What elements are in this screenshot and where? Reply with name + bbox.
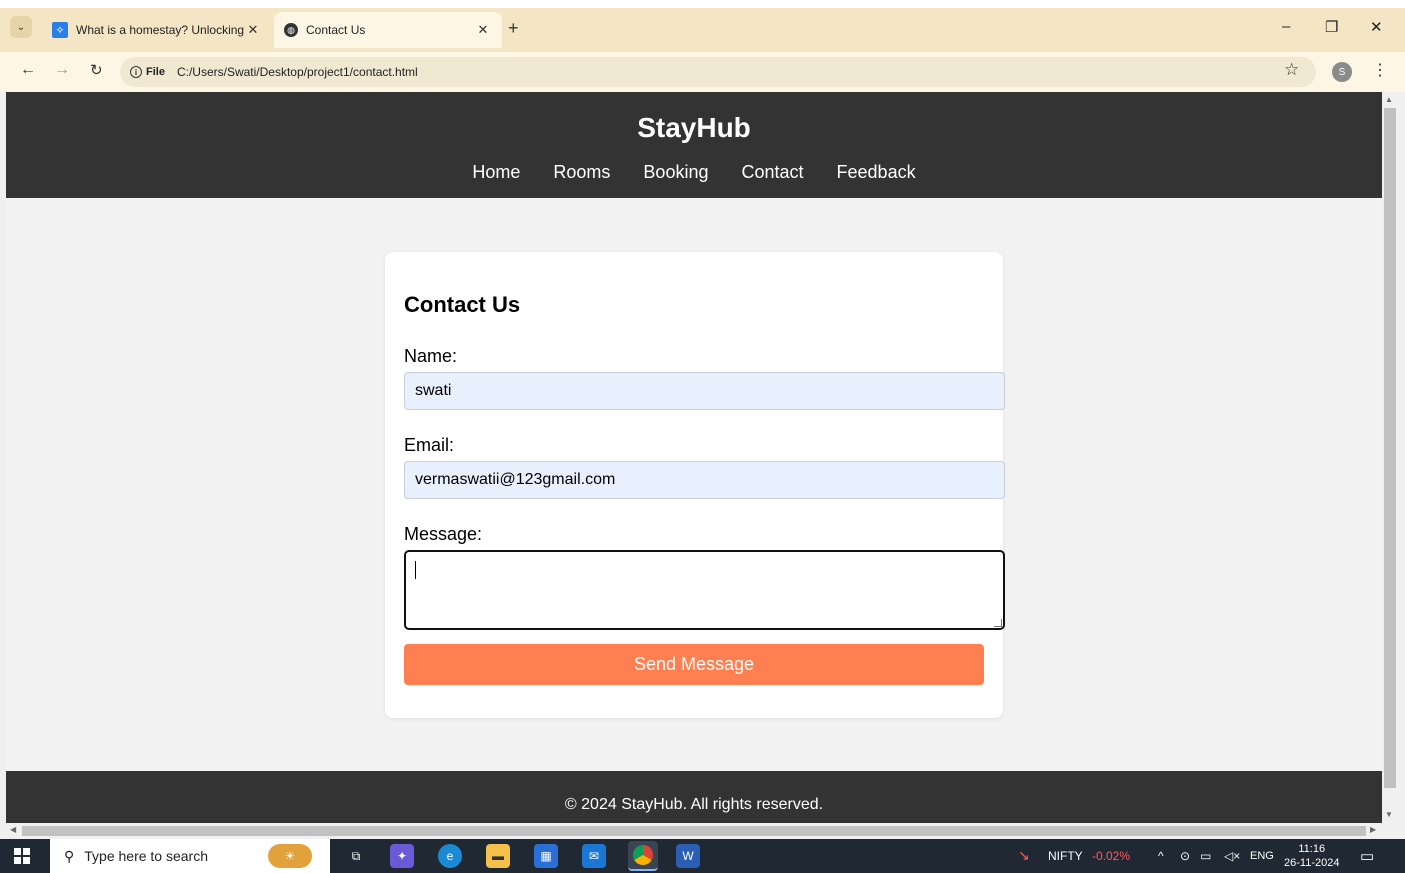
reload-icon[interactable]: ↻ (90, 61, 103, 79)
globe-icon: ◍ (284, 23, 298, 37)
forward-arrow-icon[interactable]: → (54, 61, 70, 79)
footer-text: © 2024 StayHub. All rights reserved. (564, 796, 824, 813)
page-viewport: StayHub Home Rooms Booking Contact Feedb… (6, 92, 1382, 823)
email-label: Email: (404, 435, 455, 455)
window-close-icon[interactable]: ✕ (1370, 18, 1383, 36)
info-icon: i (130, 66, 142, 78)
new-tab-button[interactable]: + (508, 18, 519, 39)
chrome-icon[interactable] (628, 841, 658, 871)
tab-search-chevron-icon[interactable]: ⌄ (10, 16, 32, 38)
task-view-icon[interactable]: ⧉ (344, 844, 368, 868)
search-icon: ⚲ (64, 847, 75, 864)
close-tab-icon[interactable]: ✕ (244, 22, 262, 38)
site-nav: Home Rooms Booking Contact Feedback (6, 162, 1382, 183)
tab-title: Contact Us (306, 23, 366, 37)
nav-booking[interactable]: Booking (643, 162, 708, 183)
notifications-icon[interactable]: ▭ (1360, 847, 1374, 865)
url-text: C:/Users/Swati/Desktop/project1/contact.… (176, 65, 418, 79)
windows-start-icon[interactable] (14, 848, 30, 864)
tab-contact-us[interactable]: ◍ Contact Us ✕ (274, 12, 502, 48)
market-change: -0.02% (1092, 849, 1131, 863)
message-label: Message: (404, 524, 483, 544)
file-explorer-icon[interactable]: ▬ (486, 844, 510, 868)
market-down-icon: ↘ (1018, 847, 1030, 863)
nav-feedback[interactable]: Feedback (837, 162, 916, 183)
name-label: Name: (404, 346, 458, 366)
scroll-right-icon[interactable]: ▶ (1370, 825, 1376, 834)
site-info-chip[interactable]: i File (130, 66, 165, 78)
form-heading: Contact Us (404, 292, 521, 317)
word-icon[interactable]: W (676, 844, 700, 868)
vertical-scrollbar[interactable]: ▲ ▼ (1382, 92, 1398, 823)
horizontal-scrollbar[interactable]: ◀ ▶ (6, 823, 1382, 839)
taskbar-clock[interactable]: 11:16 26-11-2024 (1284, 842, 1339, 870)
address-bar[interactable]: i File C:/Users/Swati/Desktop/project1/c… (120, 57, 1316, 87)
vertical-scroll-thumb[interactable] (1384, 108, 1396, 788)
meet-now-icon[interactable]: ⊙ (1180, 849, 1190, 863)
mail-icon[interactable]: ✉ (582, 844, 606, 868)
send-message-button[interactable]: Send Message (404, 644, 984, 685)
scroll-down-icon[interactable]: ▼ (1385, 810, 1393, 819)
email-input[interactable]: vermaswatii@123gmail.com (404, 461, 1005, 499)
windows-taskbar: ⚲ Type here to search ☀ ⧉ ✦ e ▬ ▦ ✉ W ↘ … (0, 839, 1405, 873)
horizontal-scroll-thumb[interactable] (22, 826, 1366, 836)
store-icon[interactable]: ▦ (534, 844, 558, 868)
show-hidden-icons-icon[interactable]: ^ (1158, 849, 1164, 863)
text-caret (415, 561, 416, 579)
profile-avatar[interactable]: S (1332, 62, 1352, 82)
back-arrow-icon[interactable]: ← (20, 61, 36, 79)
tab-title: What is a homestay? Unlocking (76, 23, 244, 37)
clock-time: 11:16 (1298, 843, 1326, 855)
scroll-up-icon[interactable]: ▲ (1385, 95, 1393, 104)
minimize-icon[interactable]: – (1282, 18, 1290, 35)
browser-toolbar: ← → ↻ i File C:/Users/Swati/Desktop/proj… (0, 52, 1405, 92)
market-name[interactable]: NIFTY (1048, 849, 1083, 863)
restore-icon[interactable]: ❐ (1325, 18, 1338, 36)
nav-home[interactable]: Home (472, 162, 520, 183)
browser-tab-strip: ⌄ ⟡ What is a homestay? Unlocking ✕ ◍ Co… (0, 0, 1405, 52)
bookmark-star-icon[interactable]: ☆ (1284, 60, 1299, 80)
message-textarea[interactable] (404, 550, 1005, 630)
clock-date: 26-11-2024 (1284, 857, 1340, 869)
language-indicator[interactable]: ENG (1250, 850, 1274, 862)
edge-icon[interactable]: e (438, 844, 462, 868)
volume-muted-icon[interactable]: ◁× (1224, 849, 1240, 863)
network-icon[interactable]: ▭ (1200, 849, 1211, 863)
name-input[interactable]: swati (404, 372, 1005, 410)
browser-menu-icon[interactable]: ⋮ (1372, 60, 1388, 80)
site-header: StayHub Home Rooms Booking Contact Feedb… (6, 92, 1382, 198)
resize-handle[interactable] (994, 619, 1002, 627)
nav-contact[interactable]: Contact (741, 162, 803, 183)
contact-form-card: Contact Us Name: swati Email: vermaswati… (385, 252, 1005, 718)
nav-rooms[interactable]: Rooms (553, 162, 610, 183)
close-tab-icon[interactable]: ✕ (474, 22, 492, 38)
copilot-icon[interactable]: ✦ (390, 844, 414, 868)
tab-homestay[interactable]: ⟡ What is a homestay? Unlocking ✕ (42, 12, 272, 48)
site-title: StayHub (637, 112, 751, 143)
site-footer: © 2024 StayHub. All rights reserved. (6, 771, 1382, 823)
taskbar-search-placeholder: Type here to search (84, 848, 209, 864)
site-favicon-icon: ⟡ (52, 22, 68, 38)
scroll-left-icon[interactable]: ◀ (10, 825, 16, 834)
news-widget-icon[interactable]: ☀ (268, 844, 312, 868)
